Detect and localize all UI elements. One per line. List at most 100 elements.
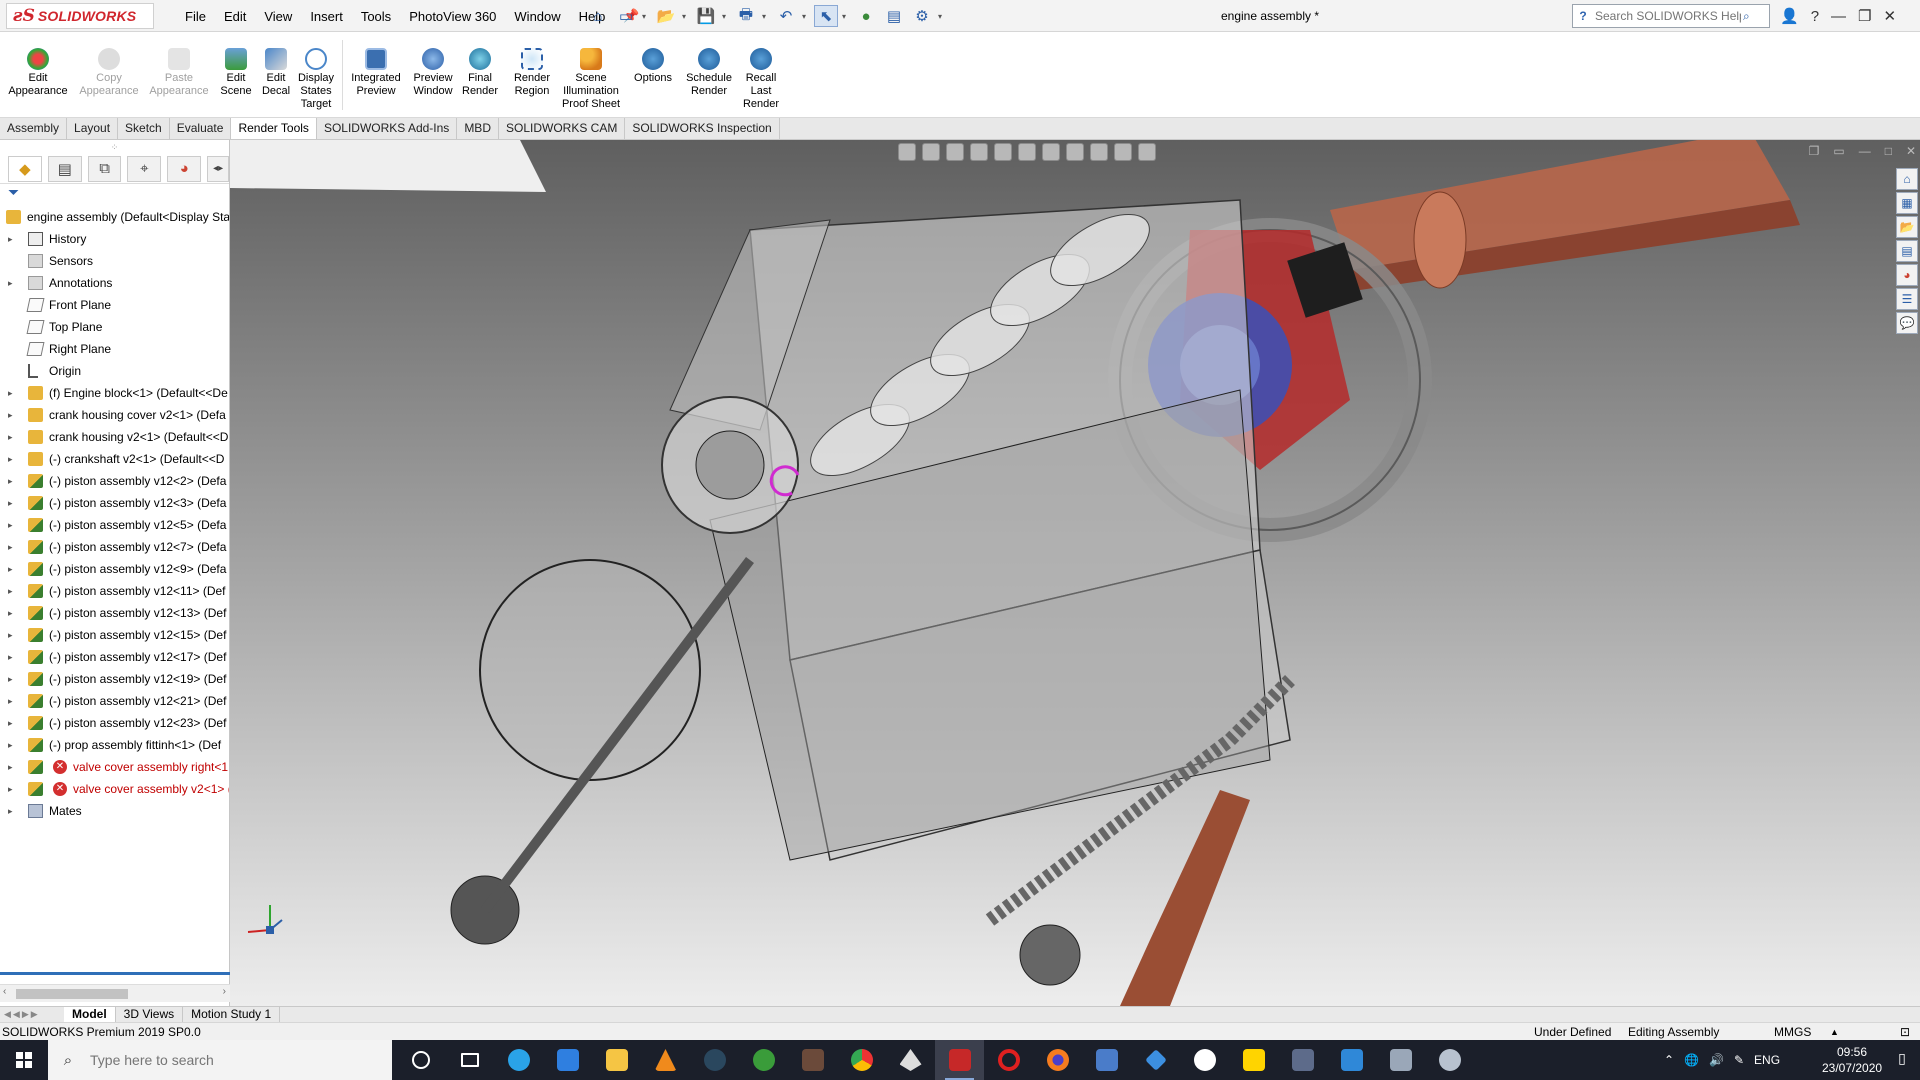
steam-icon[interactable] (690, 1040, 739, 1080)
tree-item-piston-assembly[interactable]: ▸ (-) piston assembly v12<9> (Defa (0, 558, 229, 580)
view-settings-icon[interactable] (1138, 143, 1156, 161)
expand-arrow-icon[interactable]: ▸ (8, 602, 18, 624)
menu-view[interactable]: View (255, 9, 301, 24)
tab-sketch[interactable]: Sketch (118, 118, 170, 139)
tab-scroll-arrows-icon[interactable]: ◂▸ (207, 155, 230, 182)
file-explorer-icon[interactable] (592, 1040, 641, 1080)
tree-item-crank-housing[interactable]: ▸ crank housing v2<1> (Default<<D (0, 426, 229, 448)
scrollbar-thumb[interactable] (16, 989, 128, 999)
recall-last-render-button[interactable]: Recall Last Render (740, 48, 782, 111)
language-indicator[interactable]: ENG (1754, 1053, 1780, 1067)
home-icon[interactable]: ⌂ (586, 5, 610, 27)
expand-arrow-icon[interactable]: ▸ (8, 404, 18, 426)
taskbar-search-input[interactable] (88, 1051, 368, 1069)
restore-doc-icon[interactable]: ❐ (1809, 144, 1820, 158)
tab-motion-study[interactable]: Motion Study 1 (183, 1006, 281, 1023)
design-library-icon[interactable]: ▦ (1896, 192, 1918, 214)
engine-model-render[interactable] (230, 140, 1920, 1006)
expand-arrow-icon[interactable]: ▸ (8, 668, 18, 690)
monitor-app-icon[interactable] (1376, 1040, 1425, 1080)
tree-root[interactable]: engine assembly (Default<Display Sta (0, 206, 229, 228)
game-app-icon[interactable] (788, 1040, 837, 1080)
tab-3d-views[interactable]: 3D Views (116, 1006, 184, 1023)
panel-grip[interactable]: ⁘ (0, 140, 229, 154)
section-view-icon[interactable] (970, 143, 988, 161)
tree-item-piston-assembly[interactable]: ▸ (-) piston assembly v12<15> (Def (0, 624, 229, 646)
gear-icon[interactable]: ⚙ (910, 5, 934, 27)
configuration-manager-tab-icon[interactable]: ⧉ (87, 155, 122, 182)
scroll-left-icon[interactable]: ‹ (3, 986, 6, 997)
schedule-render-button[interactable]: Schedule Render (684, 48, 734, 98)
xbox-icon[interactable] (739, 1040, 788, 1080)
edit-scene-button[interactable]: Edit Scene (218, 48, 254, 98)
itunes-icon[interactable] (1180, 1040, 1229, 1080)
custom-properties-icon[interactable]: ☰ (1896, 288, 1918, 310)
tab-evaluate[interactable]: Evaluate (170, 118, 232, 139)
render-region-button[interactable]: Render Region (508, 48, 556, 98)
expand-arrow-icon[interactable]: ▸ (8, 492, 18, 514)
user-icon[interactable]: 👤 (1780, 7, 1799, 25)
menu-tools[interactable]: Tools (352, 9, 400, 24)
action-center-icon[interactable]: ▯ (1892, 1050, 1912, 1070)
tree-item-crank-housing-cover[interactable]: ▸ crank housing cover v2<1> (Defa (0, 404, 229, 426)
zoom-to-area-icon[interactable] (922, 143, 940, 161)
save-icon[interactable]: 💾 (694, 5, 718, 27)
cortana-icon[interactable] (396, 1040, 445, 1080)
task-view-icon[interactable] (445, 1040, 494, 1080)
image-viewer-icon[interactable] (1327, 1040, 1376, 1080)
solidworks-logo[interactable]: ƨS SOLIDWORKS (6, 3, 154, 29)
tree-item-crankshaft[interactable]: ▸ (-) crankshaft v2<1> (Default<<D (0, 448, 229, 470)
taskbar-clock[interactable]: 09:56 23/07/2020 (1822, 1044, 1882, 1076)
property-manager-tab-icon[interactable]: ▤ (47, 155, 82, 182)
graphics-area[interactable]: ❐ ▭ — □ ✕ ⌂ ▦ 📂 ▤ ◕ ☰ 💬 (230, 140, 1920, 1006)
appearances-scenes-icon[interactable]: ◕ (1896, 264, 1918, 286)
options-button[interactable]: Options (632, 48, 674, 85)
network-icon[interactable]: 🌐 (1684, 1053, 1699, 1067)
paste-appearance-button[interactable]: Paste Appearance (146, 48, 212, 98)
expand-arrow-icon[interactable]: ▸ (8, 690, 18, 712)
scene-illumination-proof-sheet-button[interactable]: Scene Illumination Proof Sheet (558, 48, 624, 111)
help-search-input[interactable] (1593, 8, 1743, 24)
view-palette-icon[interactable]: ▤ (1896, 240, 1918, 262)
expand-arrow-icon[interactable]: ▸ (8, 536, 18, 558)
horizontal-scrollbar[interactable]: ‹ › (0, 984, 230, 1002)
expand-arrow-icon[interactable]: ▸ (8, 514, 18, 536)
chevron-down-icon[interactable]: ▾ (722, 12, 730, 21)
search-icon[interactable]: ⌕ (1743, 9, 1750, 24)
tree-item-piston-assembly[interactable]: ▸ (-) piston assembly v12<3> (Defa (0, 492, 229, 514)
status-units[interactable]: MMGS (1774, 1025, 1811, 1039)
undo-icon[interactable]: ↶ (774, 5, 798, 27)
volume-icon[interactable]: 🔊 (1709, 1053, 1724, 1067)
view-orientation-icon[interactable] (1018, 143, 1036, 161)
tree-item-piston-assembly[interactable]: ▸ (-) piston assembly v12<2> (Defa (0, 470, 229, 492)
tree-item-piston-assembly[interactable]: ▸ (-) piston assembly v12<5> (Defa (0, 514, 229, 536)
expand-arrow-icon[interactable]: ▸ (8, 646, 18, 668)
hide-show-items-icon[interactable] (1066, 143, 1084, 161)
vlc-icon[interactable] (641, 1040, 690, 1080)
firefox-icon[interactable] (1033, 1040, 1082, 1080)
menu-window[interactable]: Window (505, 9, 569, 24)
tree-item-front-plane[interactable]: Front Plane (0, 294, 229, 316)
apply-scene-icon[interactable] (1114, 143, 1132, 161)
tree-item-valve-cover-v2[interactable]: ▸ ✕ valve cover assembly v2<1> ( (0, 778, 229, 800)
menu-file[interactable]: File (176, 9, 215, 24)
select-pointer-icon[interactable]: ⬉ (814, 5, 838, 27)
tab-mbd[interactable]: MBD (457, 118, 499, 139)
copy-appearance-button[interactable]: Copy Appearance (76, 48, 142, 98)
tree-item-piston-assembly[interactable]: ▸ (-) piston assembly v12<13> (Def (0, 602, 229, 624)
tab-layout[interactable]: Layout (67, 118, 119, 139)
inkscape-icon[interactable] (886, 1040, 935, 1080)
minimize-icon[interactable]: — (1831, 8, 1846, 25)
solidworks-taskbar-icon[interactable] (935, 1040, 984, 1080)
tree-item-mates[interactable]: ▸ Mates (0, 800, 229, 822)
sticky-notes-icon[interactable] (1229, 1040, 1278, 1080)
tab-assembly[interactable]: Assembly (0, 118, 68, 139)
traffic-light-icon[interactable]: ● (854, 5, 878, 27)
edrawings-icon[interactable] (1425, 1040, 1474, 1080)
tree-item-valve-cover-right[interactable]: ▸ ✕ valve cover assembly right<1 (0, 756, 229, 778)
open-folder-icon[interactable]: 📂 (654, 5, 678, 27)
minimize-doc-icon[interactable]: — (1859, 144, 1871, 158)
new-document-icon[interactable]: ▭ (614, 5, 638, 27)
display-manager-tab-icon[interactable]: ◕ (167, 155, 202, 182)
final-render-button[interactable]: Final Render (462, 48, 498, 98)
